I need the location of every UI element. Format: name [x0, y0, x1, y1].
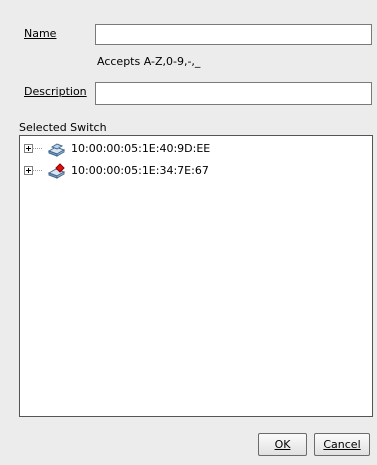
selected-switch-tree[interactable]: 10:00:00:05:1E:40:9D:EE 10:00:00:05:1E:3… — [19, 135, 373, 417]
tree-item-label: 10:00:00:05:1E:34:7E:67 — [71, 164, 209, 177]
description-input[interactable] — [95, 82, 372, 105]
switch-icon — [47, 143, 66, 157]
tree-item-switch-1[interactable]: 10:00:00:05:1E:40:9D:EE — [20, 141, 372, 157]
selected-switch-title: Selected Switch — [19, 121, 107, 134]
ok-button-label: OK — [274, 438, 291, 451]
name-label: Name — [24, 27, 57, 40]
ok-button[interactable]: OK — [258, 433, 307, 456]
name-hint: Accepts A-Z,0-9,-,_ — [97, 55, 201, 68]
name-input[interactable] — [95, 24, 372, 45]
cancel-button[interactable]: Cancel — [314, 433, 370, 456]
description-label: Description — [24, 85, 87, 98]
tree-item-label: 10:00:00:05:1E:40:9D:EE — [71, 142, 211, 155]
tree-connector — [32, 170, 42, 171]
cancel-button-label: Cancel — [323, 438, 361, 451]
tree-connector — [32, 148, 42, 149]
switch-alert-icon — [47, 163, 66, 179]
tree-item-switch-2[interactable]: 10:00:00:05:1E:34:7E:67 — [20, 163, 372, 179]
